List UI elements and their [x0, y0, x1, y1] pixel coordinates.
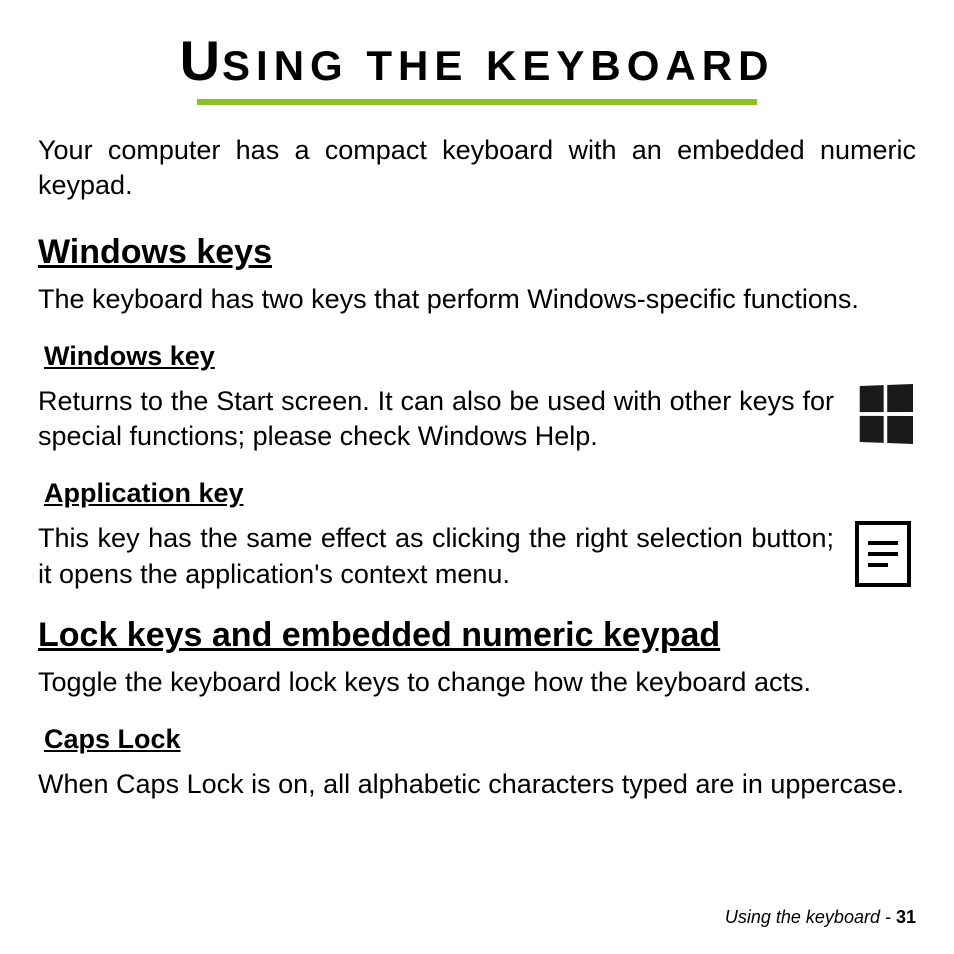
page-title: USING THE KEYBOARD — [180, 28, 775, 93]
title-block: USING THE KEYBOARD — [38, 28, 916, 105]
row-application-key: This key has the same effect as clicking… — [38, 521, 916, 591]
text-windows-key: Returns to the Start screen. It can also… — [38, 384, 834, 454]
section-heading-lock-keys: Lock keys and embedded numeric keypad — [38, 616, 916, 655]
section-desc-windows-keys: The keyboard has two keys that perform W… — [38, 282, 916, 317]
text-caps-lock: When Caps Lock is on, all alphabetic cha… — [38, 767, 916, 802]
page-footer: Using the keyboard - 31 — [725, 907, 916, 928]
subheading-application-key: Application key — [44, 478, 916, 509]
footer-page-number: 31 — [896, 907, 916, 927]
subheading-caps-lock: Caps Lock — [44, 724, 916, 755]
footer-chapter: Using the keyboard - — [725, 907, 896, 927]
title-initial: U — [180, 29, 222, 92]
section-desc-lock-keys: Toggle the keyboard lock keys to change … — [38, 665, 916, 700]
subheading-windows-key: Windows key — [44, 341, 916, 372]
windows-logo-icon — [850, 384, 916, 444]
title-rest: SING THE KEYBOARD — [222, 42, 774, 89]
text-application-key: This key has the same effect as clicking… — [38, 521, 834, 591]
title-underline — [197, 99, 757, 105]
section-heading-windows-keys: Windows keys — [38, 233, 916, 272]
document-page: USING THE KEYBOARD Your computer has a c… — [0, 0, 954, 954]
intro-paragraph: Your computer has a compact keyboard wit… — [38, 133, 916, 203]
application-key-icon — [850, 521, 916, 587]
row-windows-key: Returns to the Start screen. It can also… — [38, 384, 916, 454]
